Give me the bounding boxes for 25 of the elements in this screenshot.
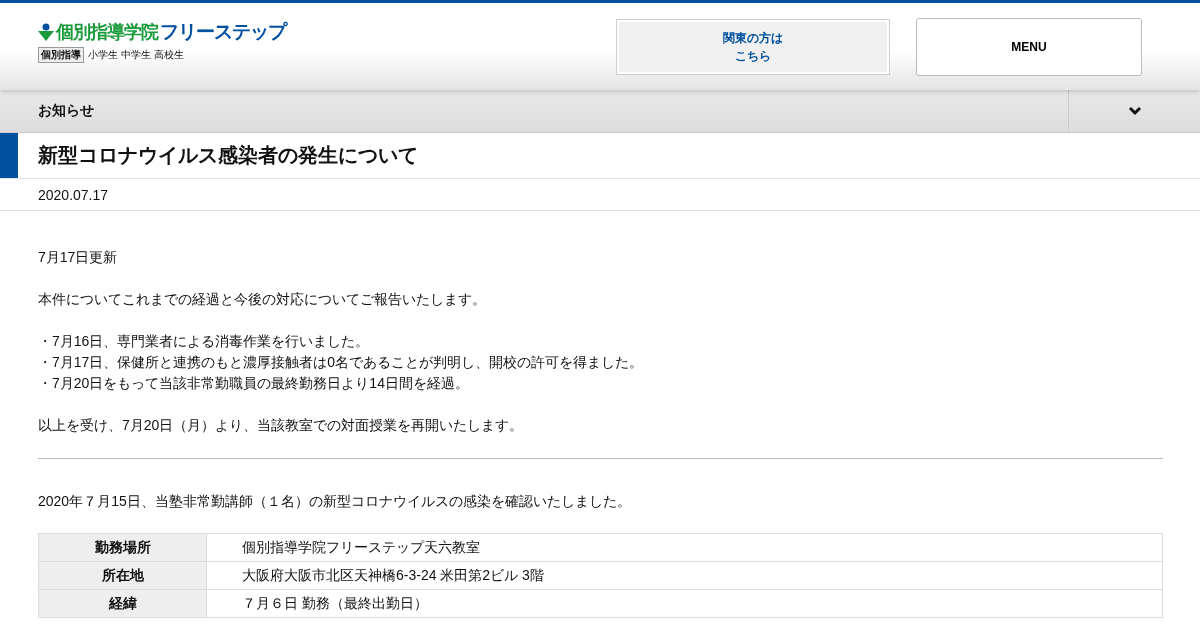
- chevron-down-icon: [1127, 106, 1142, 116]
- title-accent-bar: [0, 133, 18, 178]
- paragraph: 以上を受け、7月20日（月）より、当該教室での対面授業を再開いたします。: [38, 416, 525, 435]
- list-item: ・7月17日、保健所と連携のもと濃厚接触者は0名であることが判明し、開校の許可を得ました。: [38, 353, 645, 372]
- grades-text: 小学生 中学生 高校生: [88, 47, 184, 62]
- list-item: ・7月16日、専門業者による消毒作業を行いました。: [38, 332, 371, 351]
- person-logo-icon: [38, 22, 54, 41]
- menu-button[interactable]: MENU: [916, 17, 1142, 76]
- list-item: ・7月20日をもって当該非常勤職員の最終勤務日より14日間を経過。: [38, 374, 470, 393]
- table-cell: 個別指導学院フリーステップ天六教室: [206, 533, 1163, 562]
- category-tag: 個別指導: [38, 46, 84, 63]
- paragraph: 7月17日更新: [38, 248, 119, 267]
- table-cell: ７月６日 勤務（最終出勤日）: [206, 589, 1163, 618]
- table-cell: 大阪府大阪市北区天神橋6-3-24 米田第2ビル 3階: [206, 561, 1163, 590]
- paragraph: 本件についてこれまでの経過と今後の対応についてご報告いたします。: [38, 290, 487, 309]
- table-header-cell: 経緯: [38, 589, 207, 618]
- paragraph: 2020年７月15日、当塾非常勤講師（１名）の新型コロナウイルスの感染を確認いたしました。: [38, 492, 632, 511]
- table-header-cell: 勤務場所: [38, 533, 207, 562]
- region-button[interactable]: 関東の方は こちら: [616, 18, 890, 75]
- table-header-cell: 所在地: [38, 561, 207, 590]
- logo-brand-text: フリーステップ: [160, 19, 288, 44]
- logo-school-text: 個別指導学院: [56, 20, 158, 44]
- article-date: 2020.07.17: [38, 186, 109, 203]
- article-title: 新型コロナウイルス感染者の発生について: [38, 143, 418, 168]
- category-label: お知らせ: [37, 101, 95, 120]
